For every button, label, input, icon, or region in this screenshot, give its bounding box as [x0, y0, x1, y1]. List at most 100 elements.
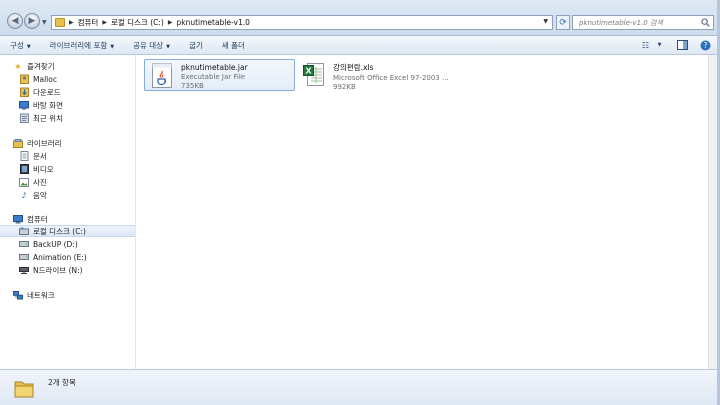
nav-item-label: Animation (E:)	[33, 252, 87, 262]
recent-places-icon	[19, 113, 29, 123]
nav-item-label: BackUP (D:)	[33, 239, 78, 249]
drive-icon	[19, 252, 29, 262]
organize-label: 구성	[10, 40, 24, 50]
file-item-text: pknutimetable.jar Executable Jar File 73…	[181, 60, 248, 90]
navigation-pane: ★ 즐겨찾기 Malloc 다운로드 바탕 화면 최근 위치 라이브러리 문서 …	[0, 55, 136, 369]
help-icon[interactable]: ?	[699, 39, 712, 51]
organize-menu-button[interactable]: 구성 ▼	[0, 40, 40, 51]
share-with-button[interactable]: 공유 대상 ▼	[123, 40, 179, 51]
nav-item-downloads[interactable]: 다운로드	[0, 86, 135, 98]
nav-network[interactable]: 네트워크	[0, 289, 135, 301]
command-bar: 구성 ▼ 라이브러리에 포함 ▼ 공유 대상 ▼ 굽기 새 폴더 ☷ ▼ ?	[0, 36, 720, 55]
address-bar[interactable]: ▶ 컴퓨터 ▶ 로컬 디스크 (C:) ▶ pknutimetable-v1.0…	[51, 15, 553, 30]
share-with-label: 공유 대상	[133, 40, 164, 50]
breadcrumb-local-disk[interactable]: 로컬 디스크 (C:)	[111, 17, 164, 28]
include-in-library-button[interactable]: 라이브러리에 포함 ▼	[40, 40, 123, 51]
nav-item-label: Malloc	[33, 74, 57, 84]
pictures-icon	[19, 177, 29, 187]
svg-text:?: ?	[704, 41, 708, 50]
nav-item-desktop[interactable]: 바탕 화면	[0, 99, 135, 111]
back-button[interactable]: ◀	[7, 13, 23, 29]
recent-pages-dropdown-icon[interactable]: ▼	[42, 19, 47, 26]
nav-item-label: 바탕 화면	[33, 100, 63, 110]
nav-computer[interactable]: 컴퓨터	[0, 213, 135, 225]
nav-item-label: 최근 위치	[33, 113, 63, 123]
nav-item-label: 로컬 디스크 (C:)	[33, 226, 86, 236]
music-note-icon: ♪	[21, 190, 27, 200]
address-history-dropdown-icon[interactable]: ▼	[543, 18, 548, 25]
nav-computer-label: 컴퓨터	[27, 214, 48, 224]
libraries-icon	[13, 138, 23, 148]
file-name: pknutimetable.jar	[181, 63, 248, 72]
refresh-button[interactable]: ⟳	[556, 15, 570, 30]
svg-text:X: X	[305, 67, 312, 76]
folder-icon	[14, 381, 34, 398]
user-folder-icon	[19, 74, 29, 84]
downloads-folder-icon	[19, 87, 29, 97]
breadcrumb-chevron-icon[interactable]: ▶	[69, 19, 74, 26]
system-drive-icon	[19, 226, 29, 236]
refresh-icon: ⟳	[559, 17, 567, 28]
dropdown-arrow-icon: ▼	[166, 43, 170, 50]
nav-item-label: 다운로드	[33, 87, 61, 97]
documents-icon	[19, 151, 29, 161]
file-item-jar[interactable]: pknutimetable.jar Executable Jar File 73…	[144, 59, 295, 91]
folder-icon	[55, 18, 65, 27]
nav-libraries[interactable]: 라이브러리	[0, 137, 135, 149]
nav-item-label: 문서	[33, 151, 47, 161]
change-view-icon[interactable]: ☷	[639, 39, 652, 51]
new-folder-button[interactable]: 새 폴더	[212, 40, 254, 51]
nav-item-backup-d[interactable]: BackUP (D:)	[0, 238, 135, 250]
toolbar-right-group: ☷ ▼ ?	[639, 39, 712, 51]
search-input[interactable]	[573, 16, 699, 29]
nav-item-music[interactable]: ♪ 음악	[0, 189, 135, 201]
nav-item-local-disk-c[interactable]: 로컬 디스크 (C:)	[0, 225, 135, 237]
search-icon[interactable]	[701, 18, 710, 27]
network-drive-icon	[19, 265, 29, 275]
nav-item-ndrive-n[interactable]: N드라이브 (N:)	[0, 264, 135, 276]
address-bar-region: ◀ ▶ ▼ ▶ 컴퓨터 ▶ 로컬 디스크 (C:) ▶ pknutimetabl…	[0, 0, 720, 36]
breadcrumb-current-folder[interactable]: pknutimetable-v1.0	[176, 18, 249, 27]
file-list-area[interactable]: pknutimetable.jar Executable Jar File 73…	[137, 55, 708, 369]
file-type: Executable Jar File	[181, 73, 246, 81]
network-icon	[13, 290, 23, 300]
java-jar-icon	[151, 63, 173, 88]
file-item-xls[interactable]: X 강의편람.xls Microsoft Office Excel 97-200…	[297, 59, 457, 91]
nav-network-label: 네트워크	[27, 290, 55, 300]
desktop-icon	[19, 100, 29, 110]
nav-item-label: N드라이브 (N:)	[33, 265, 83, 275]
breadcrumb-chevron-icon[interactable]: ▶	[168, 19, 173, 26]
search-box[interactable]	[572, 15, 714, 30]
dropdown-arrow-icon: ▼	[110, 43, 115, 50]
computer-icon	[13, 214, 23, 224]
nav-item-animation-e[interactable]: Animation (E:)	[0, 251, 135, 263]
nav-item-label: 사진	[33, 177, 47, 187]
file-name: 강의편람.xls	[333, 63, 374, 72]
nav-item-pictures[interactable]: 사진	[0, 176, 135, 188]
back-arrow-icon: ◀	[11, 15, 19, 26]
view-options-dropdown-icon[interactable]: ▼	[653, 39, 666, 51]
preview-pane-icon[interactable]	[676, 39, 689, 51]
nav-item-label: 음악	[33, 190, 47, 200]
breadcrumb-chevron-icon[interactable]: ▶	[102, 19, 107, 26]
nav-favorites[interactable]: ★ 즐겨찾기	[0, 60, 135, 72]
burn-button[interactable]: 굽기	[179, 40, 212, 51]
drive-icon	[19, 239, 29, 249]
item-count: 2개 항목	[48, 378, 76, 387]
file-item-text: 강의편람.xls Microsoft Office Excel 97-2003 …	[333, 59, 449, 91]
nav-item-documents[interactable]: 문서	[0, 150, 135, 162]
include-in-library-label: 라이브러리에 포함	[49, 40, 108, 50]
nav-item-malloc[interactable]: Malloc	[0, 73, 135, 85]
dropdown-arrow-icon: ▼	[26, 43, 31, 50]
excel-icon: X	[303, 62, 325, 87]
nav-libraries-label: 라이브러리	[27, 138, 62, 148]
nav-item-recent-places[interactable]: 최근 위치	[0, 112, 135, 124]
star-icon: ★	[14, 61, 22, 71]
file-size: 735KB	[181, 82, 204, 90]
nav-item-label: 비디오	[33, 164, 54, 174]
nav-item-videos[interactable]: 비디오	[0, 163, 135, 175]
details-pane: 2개 항목	[0, 369, 720, 405]
nav-favorites-label: 즐겨찾기	[27, 61, 55, 71]
forward-button[interactable]: ▶	[24, 13, 40, 29]
breadcrumb-computer[interactable]: 컴퓨터	[78, 17, 99, 28]
